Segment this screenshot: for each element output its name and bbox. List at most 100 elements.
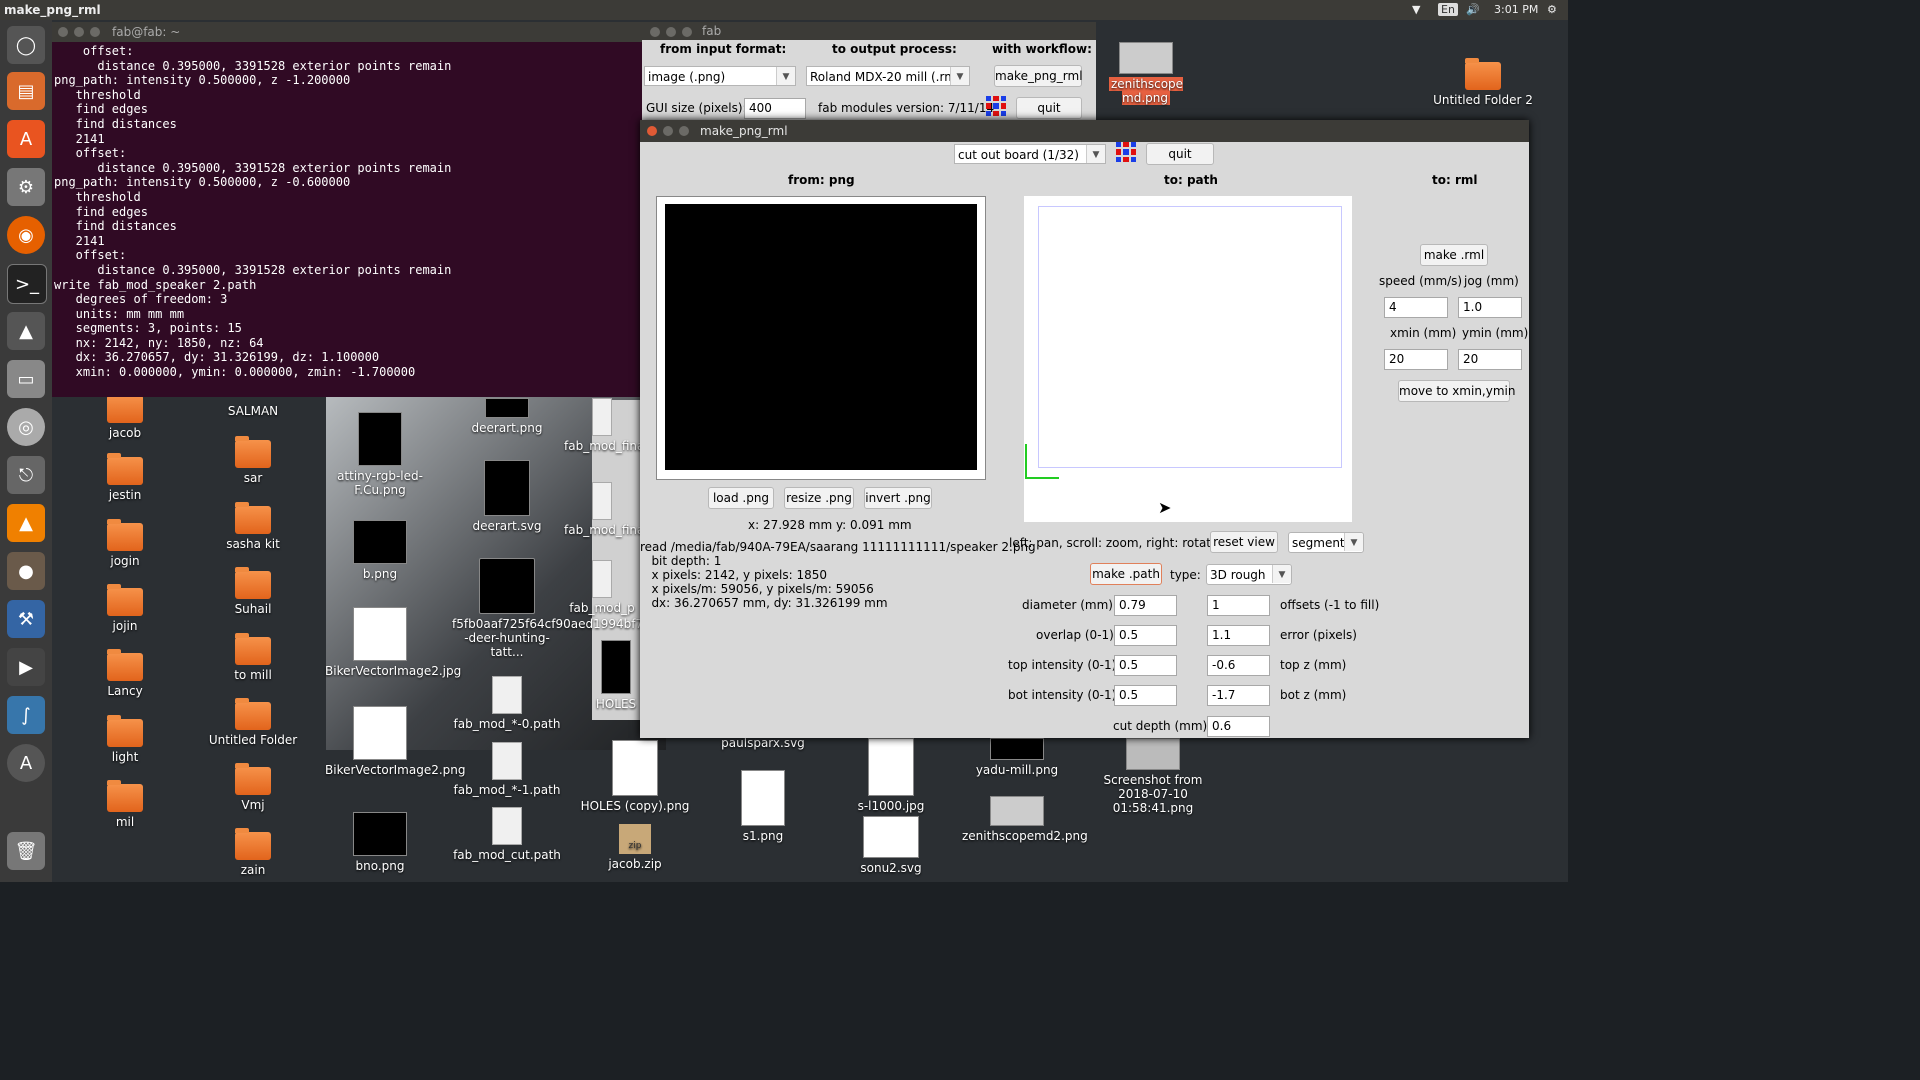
terminal-output[interactable]: offset: distance 0.395000, 3391528 exter…: [52, 42, 642, 380]
preset-select[interactable]: cut out board (1/32) ▼: [954, 144, 1106, 164]
inkscape-icon[interactable]: ▲: [7, 312, 45, 350]
desktop-folder[interactable]: jogin: [70, 519, 180, 568]
desktop-file[interactable]: fab_mod_*-0.path: [452, 676, 562, 731]
desktop-file[interactable]: zenithscope md.png: [1088, 42, 1204, 105]
cut-depth-input[interactable]: 0.6: [1207, 716, 1270, 737]
make-rml-button[interactable]: make .rml: [1420, 244, 1488, 266]
desktop-folder[interactable]: mil: [70, 780, 180, 829]
desktop-file[interactable]: zenithscopemd2.png: [962, 796, 1088, 843]
desktop-file[interactable]: attiny-rgb-led-F.Cu.png: [325, 412, 435, 497]
desktop-file[interactable]: fab_mod_final_dr: [564, 398, 666, 453]
desktop-file[interactable]: HOLES (copy).png: [580, 740, 690, 813]
desktop-file[interactable]: Screenshot from 2018-07-10 01:58:41.png: [1098, 738, 1208, 815]
desktop-folder[interactable]: zain: [198, 828, 308, 877]
path-preview-canvas[interactable]: ➤: [1024, 196, 1352, 522]
terminal-titlebar[interactable]: fab@fab: ~: [52, 22, 642, 42]
quit-button[interactable]: quit: [1146, 143, 1214, 165]
minimize-icon[interactable]: [74, 27, 84, 37]
desktop-file[interactable]: s-l1000.jpg: [836, 738, 946, 813]
drive-icon[interactable]: ▭: [7, 360, 45, 398]
python-icon[interactable]: ∫: [7, 696, 45, 734]
desktop-file[interactable]: f5fb0aaf725f64cf90aed1994bf77959--deer-h…: [452, 558, 678, 659]
ymin-input[interactable]: 20: [1458, 349, 1522, 370]
software-center-icon[interactable]: A: [7, 120, 45, 158]
vlc-icon[interactable]: ▲: [7, 504, 45, 542]
diameter-input[interactable]: 0.79: [1114, 595, 1177, 616]
wifi-icon[interactable]: ▼: [1412, 3, 1420, 16]
overlap-input[interactable]: 0.5: [1114, 625, 1177, 646]
desktop-file[interactable]: BikerVectorImage2.png: [325, 706, 466, 777]
desktop-file[interactable]: sonu2.svg: [836, 816, 946, 875]
minimize-icon[interactable]: [663, 126, 673, 136]
usb-icon[interactable]: ⎋: [7, 456, 45, 494]
make-titlebar[interactable]: make_png_rml: [640, 120, 1529, 142]
desktop-folder[interactable]: Vmj: [198, 763, 308, 812]
fab-titlebar[interactable]: fab: [642, 22, 1096, 40]
desktop-file[interactable]: HOLES: [592, 640, 640, 711]
system-settings-icon[interactable]: ⚙: [7, 168, 45, 206]
offsets-input[interactable]: 1: [1207, 595, 1270, 616]
gimp-icon[interactable]: ●: [7, 552, 45, 590]
desktop-folder[interactable]: Untitled Folder: [198, 698, 308, 747]
volume-icon[interactable]: 🔊: [1466, 3, 1480, 16]
firefox-icon[interactable]: ◉: [7, 216, 45, 254]
desktop-folder[interactable]: jojin: [70, 584, 180, 633]
png-preview-canvas[interactable]: [656, 196, 986, 480]
language-indicator[interactable]: En: [1438, 3, 1458, 16]
workflow-button[interactable]: make_png_rml: [994, 65, 1083, 87]
desktop-file[interactable]: deerart.svg: [452, 460, 562, 533]
desktop-folder[interactable]: sar: [198, 436, 308, 485]
updater-icon[interactable]: A: [7, 744, 45, 782]
desktop-file[interactable]: s1.png: [708, 770, 818, 843]
move-to-xmin-ymin-button[interactable]: move to xmin,ymin: [1398, 380, 1515, 402]
desktop-folder[interactable]: light: [70, 715, 180, 764]
desktop-folder[interactable]: Untitled Folder 2: [1428, 58, 1538, 107]
dash-icon[interactable]: ◯: [7, 26, 45, 64]
desktop-folder[interactable]: SALMAN: [198, 404, 308, 418]
clock[interactable]: 3:01 PM: [1494, 3, 1538, 16]
desktop-file[interactable]: deerart.png: [452, 398, 562, 435]
desktop-file[interactable]: BikerVectorImage2.jpg: [325, 607, 461, 678]
maximize-icon[interactable]: [90, 27, 100, 37]
reset-view-button[interactable]: reset view: [1210, 531, 1278, 553]
desktop-file[interactable]: b.png: [325, 520, 435, 581]
xmin-input[interactable]: 20: [1384, 349, 1448, 370]
load-png-button[interactable]: load .png: [708, 487, 774, 509]
desktop-file[interactable]: paulsparx.svg: [708, 736, 818, 750]
settings-gear-icon[interactable]: ⚙: [1547, 3, 1557, 16]
input-format-select[interactable]: image (.png) ▼: [644, 66, 796, 86]
make-path-button[interactable]: make .path: [1090, 563, 1162, 585]
type-select[interactable]: 3D rough ▼: [1206, 564, 1292, 585]
bot-intensity-input[interactable]: 0.5: [1114, 685, 1177, 706]
minimize-icon[interactable]: [666, 27, 676, 37]
bot-z-input[interactable]: -1.7: [1207, 685, 1270, 706]
close-icon[interactable]: [58, 27, 68, 37]
desktop-file[interactable]: fab_mod_p: [564, 560, 640, 615]
dvd-icon[interactable]: ◎: [7, 408, 45, 446]
toolbox-icon[interactable]: ⚒: [7, 600, 45, 638]
speed-input[interactable]: 4: [1384, 297, 1448, 318]
close-icon[interactable]: [650, 27, 660, 37]
jog-input[interactable]: 1.0: [1458, 297, 1522, 318]
desktop-folder[interactable]: Suhail: [198, 567, 308, 616]
quit-button[interactable]: quit: [1016, 97, 1082, 119]
top-z-input[interactable]: -0.6: [1207, 655, 1270, 676]
desktop-folder[interactable]: Lancy: [70, 649, 180, 698]
desktop-file[interactable]: zip jacob.zip: [580, 824, 690, 871]
maximize-icon[interactable]: [679, 126, 689, 136]
error-input[interactable]: 1.1: [1207, 625, 1270, 646]
terminal-window[interactable]: fab@fab: ~ offset: distance 0.395000, 33…: [52, 22, 642, 397]
desktop-folder[interactable]: jacob: [70, 391, 180, 440]
view-mode-select[interactable]: segments ▼: [1288, 532, 1364, 553]
resize-png-button[interactable]: resize .png: [784, 487, 854, 509]
maximize-icon[interactable]: [682, 27, 692, 37]
desktop-folder[interactable]: sasha kit: [198, 502, 308, 551]
terminal-icon[interactable]: >_: [7, 264, 47, 304]
output-process-select[interactable]: Roland MDX-20 mill (.rml) ▼: [806, 66, 970, 86]
desktop-file[interactable]: bno.png: [325, 812, 435, 873]
desktop-file[interactable]: fab_mod_final_dr: [564, 482, 666, 537]
files-icon[interactable]: ▤: [7, 72, 45, 110]
close-icon[interactable]: [647, 126, 657, 136]
desktop-folder[interactable]: jestin: [70, 453, 180, 502]
top-intensity-input[interactable]: 0.5: [1114, 655, 1177, 676]
